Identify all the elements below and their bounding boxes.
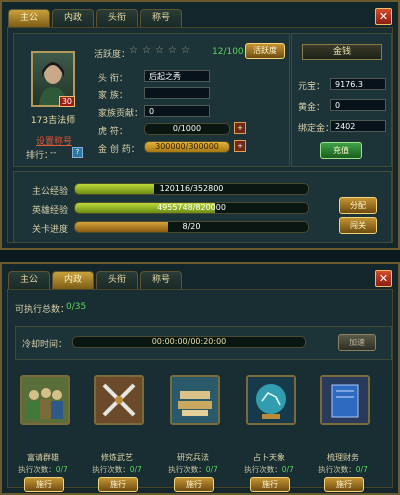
task-name: 富请群雄 bbox=[27, 453, 59, 462]
assign-button[interactable]: 分配 bbox=[339, 197, 377, 214]
recharge-button[interactable]: 充值 bbox=[320, 142, 362, 159]
exec-button[interactable]: 施行 bbox=[174, 477, 214, 492]
help-icon[interactable]: ? bbox=[72, 147, 83, 158]
stage-button[interactable]: 闯关 bbox=[339, 217, 377, 234]
exec-button[interactable]: 施行 bbox=[24, 477, 64, 492]
total-label: 可执行总数： bbox=[15, 305, 70, 315]
tab-honor[interactable]: 称号 bbox=[140, 9, 182, 27]
family-label: 家 族： bbox=[98, 91, 128, 101]
tab-lord[interactable]: 主公 bbox=[8, 271, 50, 289]
family-value bbox=[144, 87, 210, 99]
task-name: 研究兵法 bbox=[177, 453, 209, 462]
affairs-content: 可执行总数： 0/35 冷却时间： 00:00:00/00:20:00 加速 富… bbox=[7, 289, 393, 492]
star-icon: ☆ bbox=[129, 45, 138, 56]
lord-exp-label: 主公经验 bbox=[32, 187, 69, 197]
tiger-bar: 0/1000 bbox=[144, 123, 230, 135]
vigor-button[interactable]: 活跃度 bbox=[245, 43, 285, 59]
close-icon[interactable]: ✕ bbox=[375, 270, 392, 287]
yuanbao-value: 9176.3 bbox=[330, 78, 386, 90]
task-count: 执行次数：0/7 bbox=[168, 465, 218, 474]
gold-label: 黄金： bbox=[298, 103, 326, 113]
speed-up-button[interactable]: 加速 bbox=[338, 334, 376, 351]
cooldown-bar: 00:00:00/00:20:00 bbox=[72, 336, 306, 348]
rank-label: 排行： bbox=[26, 151, 54, 161]
exec-button[interactable]: 施行 bbox=[324, 477, 364, 492]
tiger-label: 虎 符： bbox=[98, 127, 128, 137]
tiger-bar-text: 0/1000 bbox=[172, 124, 202, 133]
star-icon: ☆ bbox=[142, 45, 151, 56]
title-label: 头 衔： bbox=[98, 74, 128, 84]
potion-label: 金 创 药： bbox=[98, 145, 140, 155]
hero-exp-label: 英雄经验 bbox=[32, 206, 69, 216]
money-box: 金钱 元宝： 9176.3 黄金： 0 绑定金： 2402 充值 bbox=[291, 33, 392, 167]
bound-gold-label: 绑定金： bbox=[298, 124, 335, 134]
add-tiger-icon[interactable]: + bbox=[234, 122, 246, 134]
potion-bar-text: 300000/300000 bbox=[155, 142, 219, 151]
contrib-value: 0 bbox=[144, 105, 210, 117]
add-potion-icon[interactable]: + bbox=[234, 140, 246, 152]
money-title: 金钱 bbox=[302, 44, 382, 60]
lord-exp-bar: 120116/352800 bbox=[74, 183, 309, 195]
cooldown-box: 冷却时间： 00:00:00/00:20:00 加速 bbox=[15, 326, 392, 360]
exec-button[interactable]: 施行 bbox=[98, 477, 138, 492]
vigor-label: 活跃度： bbox=[94, 50, 131, 60]
lord-panel: 主公 内政 头衔 称号 ✕ 30 173吉法师 设置称号 排行： -- ? 活跃… bbox=[0, 0, 400, 250]
total-value: 0/35 bbox=[66, 302, 87, 312]
tab-title[interactable]: 头衔 bbox=[96, 9, 138, 27]
level-badge: 30 bbox=[58, 96, 75, 107]
tab-affairs[interactable]: 内政 bbox=[52, 271, 94, 289]
tab-title[interactable]: 头衔 bbox=[96, 271, 138, 289]
task-count: 执行次数：0/7 bbox=[92, 465, 142, 474]
scrolls-icon[interactable] bbox=[170, 375, 220, 425]
task-count: 执行次数：0/7 bbox=[244, 465, 294, 474]
title-value: 后起之秀 bbox=[144, 70, 210, 82]
task-count: 执行次数：0/7 bbox=[318, 465, 368, 474]
task-name: 占卜天象 bbox=[253, 453, 285, 462]
stage-bar: 8/20 bbox=[74, 221, 309, 233]
bound-gold-value: 2402 bbox=[330, 120, 386, 132]
task-name: 梳理财务 bbox=[327, 453, 359, 462]
tab-bar: 主公 内政 头衔 称号 bbox=[8, 9, 182, 27]
rank-value: -- bbox=[50, 148, 57, 158]
tab-lord[interactable]: 主公 bbox=[8, 9, 50, 27]
set-title-link[interactable]: 设置称号 bbox=[36, 134, 72, 147]
affairs-panel: 主公 内政 头衔 称号 ✕ 可执行总数： 0/35 冷却时间： 00:00:00… bbox=[0, 262, 400, 495]
task-count: 执行次数：0/7 bbox=[18, 465, 68, 474]
soldiers-icon[interactable] bbox=[20, 375, 70, 425]
close-icon[interactable]: ✕ bbox=[375, 8, 392, 25]
star-icon: ☆ bbox=[155, 45, 164, 56]
yuanbao-label: 元宝： bbox=[298, 82, 326, 92]
tab-honor[interactable]: 称号 bbox=[140, 271, 182, 289]
tab-bar: 主公 内政 头衔 称号 bbox=[8, 271, 182, 289]
task-name: 修炼武艺 bbox=[101, 453, 133, 462]
lord-exp-text: 120116/352800 bbox=[159, 184, 224, 193]
tab-affairs[interactable]: 内政 bbox=[52, 9, 94, 27]
avatar: 30 bbox=[31, 51, 75, 107]
cooldown-text: 00:00:00/00:20:00 bbox=[151, 337, 227, 346]
crossed-swords-icon[interactable] bbox=[94, 375, 144, 425]
exec-button[interactable]: 施行 bbox=[250, 477, 290, 492]
star-icon: ☆ bbox=[168, 45, 177, 56]
contrib-label: 家族贡献： bbox=[98, 109, 144, 119]
potion-bar: 300000/300000 bbox=[144, 141, 230, 153]
stage-text: 8/20 bbox=[182, 222, 201, 231]
lord-info-box: 30 173吉法师 设置称号 排行： -- ? 活跃度： ☆ ☆ ☆ ☆ ☆ 1… bbox=[13, 33, 290, 167]
hero-exp-text: 4955748/820000 bbox=[157, 203, 226, 212]
exp-box: 主公经验 120116/352800 英雄经验 4955748/820000 关… bbox=[13, 171, 392, 243]
lord-name: 173吉法师 bbox=[30, 116, 76, 126]
gold-value: 0 bbox=[330, 99, 386, 111]
stage-label: 关卡进度 bbox=[32, 225, 69, 235]
book-icon[interactable] bbox=[320, 375, 370, 425]
vigor-count: 12/100 bbox=[212, 47, 244, 57]
hero-exp-bar: 4955748/820000 bbox=[74, 202, 309, 214]
crystal-ball-icon[interactable] bbox=[246, 375, 296, 425]
cooldown-label: 冷却时间： bbox=[22, 340, 68, 350]
lord-content: 30 173吉法师 设置称号 排行： -- ? 活跃度： ☆ ☆ ☆ ☆ ☆ 1… bbox=[7, 27, 393, 243]
star-icon: ☆ bbox=[181, 45, 190, 56]
